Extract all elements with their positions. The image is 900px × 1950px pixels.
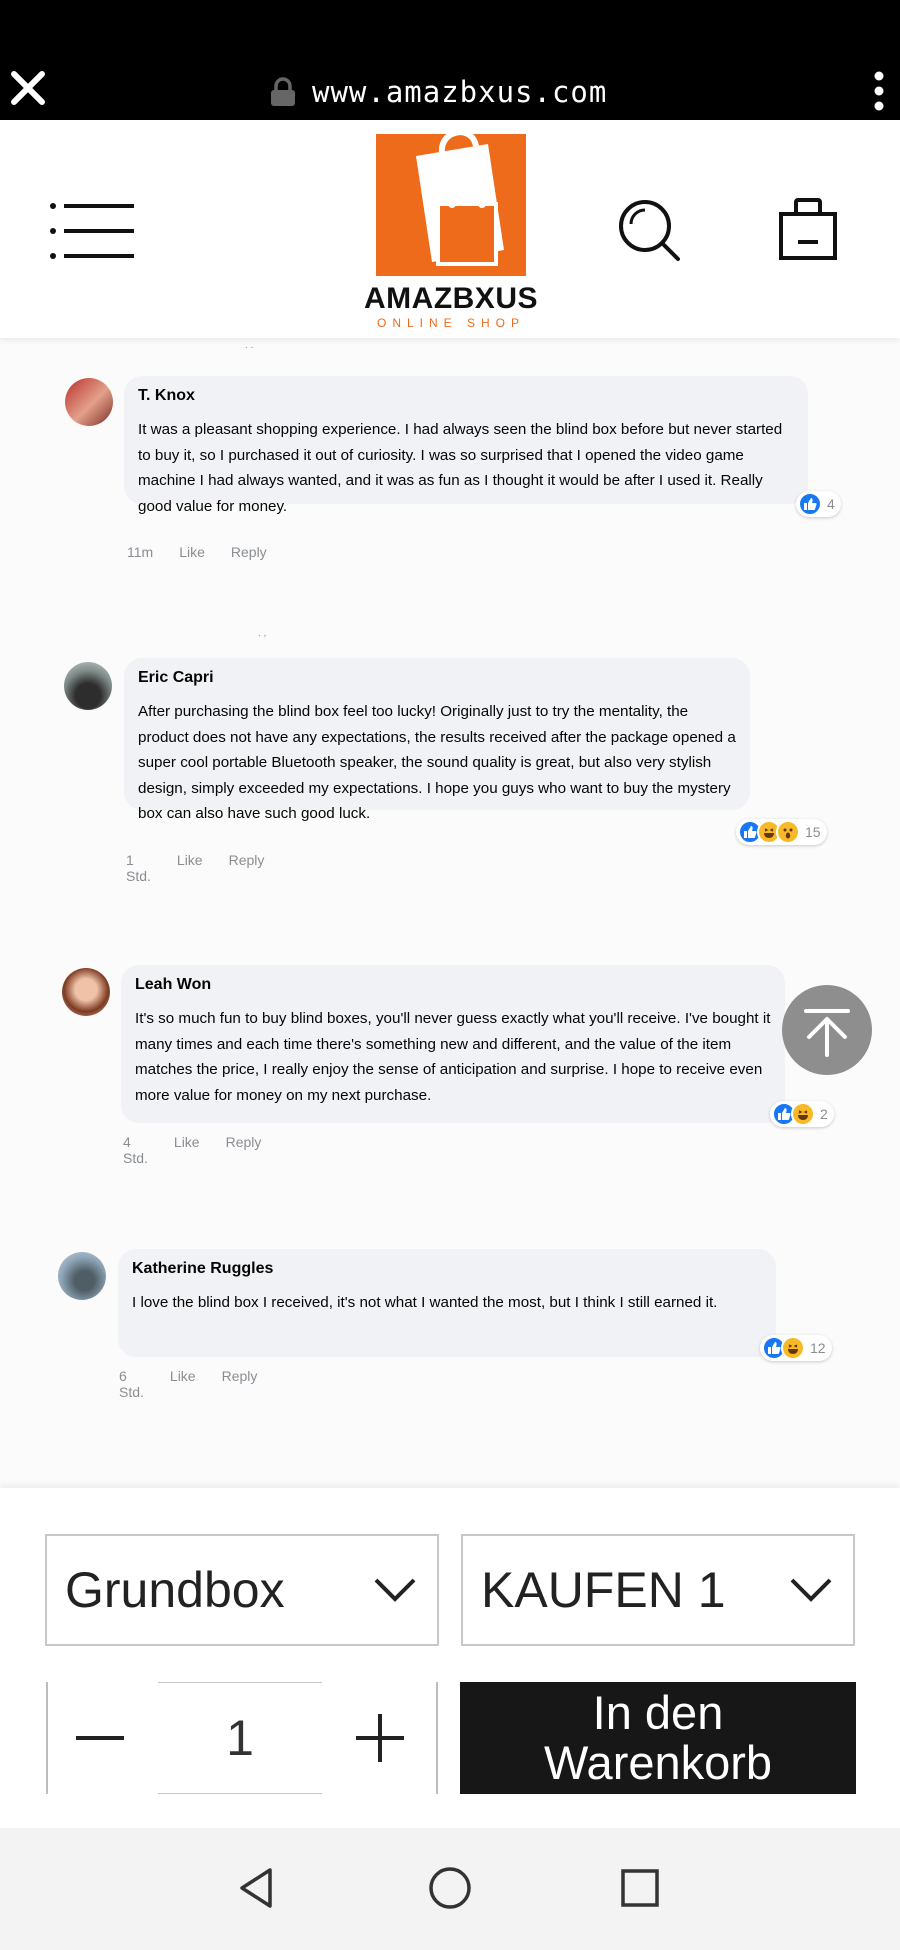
comment-time[interactable]: 11m [127,544,153,560]
scroll-to-top-button[interactable] [782,985,872,1075]
comment-meta: 1 Std. Like Reply [126,852,264,884]
comment-time[interactable]: 1 Std. [126,852,151,884]
comment-text: After purchasing the blind box feel too … [138,703,736,823]
close-icon[interactable] [6,66,50,110]
comment-text: It was a pleasant shopping experience. I… [138,421,783,515]
quantity-input[interactable]: 1 [158,1682,322,1794]
reply-link[interactable]: Reply [229,852,265,884]
comment-bubble: Leah Won It's so much fun to buy blind b… [121,965,785,1123]
comment-meta: 4 Std. Like Reply [123,1134,261,1166]
reaction-count: 2 [820,1106,828,1122]
like-link[interactable]: Like [174,1134,200,1166]
comments-section: . . T. Knox It was a pleasant shopping e… [0,338,900,1488]
shopping-bags-icon [376,129,526,276]
browser-top-bar: www.amazbxus.com [0,0,900,120]
shop-header: AMAZBXUS ONLINE SHOP [0,120,900,338]
comment-author[interactable]: Eric Capri [138,669,736,687]
avatar[interactable] [64,662,112,710]
comment-text: I love the blind box I received, it's no… [132,1294,718,1311]
cart-bag-icon[interactable] [778,196,838,260]
comment-text: It's so much fun to buy blind boxes, you… [135,1010,771,1104]
recent-apps-icon[interactable] [616,1864,664,1912]
comment-time[interactable]: 6 Std. [119,1368,144,1400]
reaction-summary[interactable]: 2 [770,1101,834,1127]
logo-name: AMAZBXUS [364,282,538,315]
more-options-icon[interactable] [872,70,886,112]
chevron-down-icon [790,1578,832,1602]
reaction-summary[interactable]: 4 [796,491,841,517]
stepper-divider [46,1682,48,1794]
quantity-option-select[interactable]: KAUFEN 1 [461,1534,855,1646]
comment-time[interactable]: 4 Std. [123,1134,148,1166]
hamburger-menu-icon[interactable] [50,202,134,260]
haha-icon [781,1336,805,1360]
comment-author[interactable]: Katherine Ruggles [132,1260,762,1278]
avatar[interactable] [58,1252,106,1300]
like-link[interactable]: Like [170,1368,196,1400]
reaction-count: 12 [810,1340,826,1356]
add-to-cart-button[interactable]: In den Warenkorb [460,1682,856,1794]
lock-icon [271,77,295,106]
minus-icon [76,1736,124,1740]
url-text: www.amazbxus.com [312,75,608,109]
back-icon[interactable] [234,1864,282,1912]
address-bar[interactable]: www.amazbxus.com [270,72,607,112]
comment-author[interactable]: T. Knox [138,387,794,405]
arrow-up-icon [804,1009,850,1057]
reaction-summary[interactable]: 12 [760,1335,832,1361]
avatar[interactable] [65,378,113,426]
comment-author[interactable]: Leah Won [135,976,771,994]
shop-logo[interactable]: AMAZBXUS ONLINE SHOP [352,129,550,330]
avatar[interactable] [62,968,110,1016]
comment-bubble: T. Knox It was a pleasant shopping exper… [124,376,808,515]
comment-meta: 11m Like Reply [127,544,267,560]
faint-mark: . , [258,628,267,639]
like-link[interactable]: Like [179,544,205,560]
increase-quantity-button[interactable] [352,1710,408,1766]
reply-link[interactable]: Reply [231,544,267,560]
search-icon[interactable] [616,198,682,262]
plus-icon [356,1714,404,1762]
like-icon [798,492,822,516]
wow-icon [776,820,800,844]
comment-bubble: Katherine Ruggles I love the blind box I… [118,1249,776,1357]
stepper-divider [436,1682,438,1794]
variant-select-value: Grundbox [65,1562,285,1618]
reply-link[interactable]: Reply [222,1368,258,1400]
quantity-option-value: KAUFEN 1 [481,1562,726,1618]
faint-mark: . . [245,340,254,351]
purchase-panel: Grundbox KAUFEN 1 1 In den Warenkorb [0,1488,900,1828]
chevron-down-icon [374,1578,416,1602]
reaction-count: 15 [805,824,821,840]
logo-tagline: ONLINE SHOP [376,316,526,330]
variant-select[interactable]: Grundbox [45,1534,439,1646]
like-link[interactable]: Like [177,852,203,884]
system-nav-bar [0,1828,900,1950]
haha-icon [791,1102,815,1126]
reaction-summary[interactable]: 15 [736,819,827,845]
reaction-count: 4 [827,496,835,512]
home-icon[interactable] [426,1864,474,1912]
reply-link[interactable]: Reply [226,1134,262,1166]
comment-meta: 6 Std. Like Reply [119,1368,257,1400]
quantity-stepper: 1 [46,1682,438,1794]
comment-bubble: Eric Capri After purchasing the blind bo… [124,658,750,822]
decrease-quantity-button[interactable] [72,1710,128,1766]
